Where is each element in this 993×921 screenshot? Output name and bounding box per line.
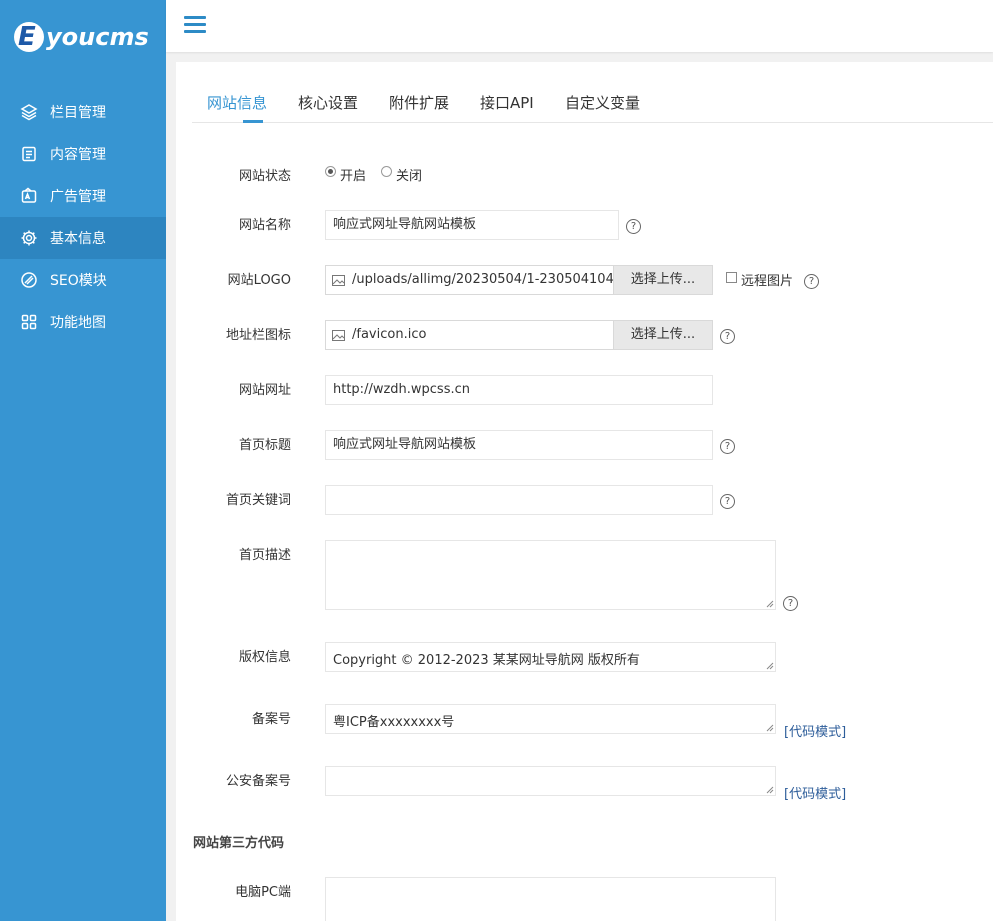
site-name-help-icon[interactable]: ? <box>626 219 641 234</box>
home-description-textarea[interactable] <box>325 540 776 610</box>
sidebar-item-seo[interactable]: SEO模块 <box>0 259 166 301</box>
home-description-help-icon[interactable]: ? <box>783 596 798 611</box>
remote-image-checkbox[interactable] <box>726 272 737 283</box>
remote-image-label: 远程图片 <box>741 274 794 289</box>
sidebar-item-ads[interactable]: 广告管理 <box>0 175 166 217</box>
icp-label: 备案号 <box>251 712 291 727</box>
copyright-textarea[interactable]: Copyright © 2012-2023 某某网址导航网 版权所有 <box>325 642 776 672</box>
sidebar-item-column[interactable]: 栏目管理 <box>0 91 166 133</box>
sidebar-item-label: SEO模块 <box>50 273 107 289</box>
active-tab-indicator <box>243 120 263 123</box>
police-record-textarea[interactable] <box>325 766 776 796</box>
sidebar-item-content[interactable]: 内容管理 <box>0 133 166 175</box>
police-code-mode-link[interactable]: [代码模式] <box>784 783 846 802</box>
home-title-input[interactable]: 响应式网址导航网站模板 <box>325 430 713 460</box>
tab-site-info[interactable]: 网站信息 <box>207 92 267 113</box>
logo-text: youcms <box>46 23 149 51</box>
ad-icon <box>20 187 38 205</box>
favicon-label: 地址栏图标 <box>225 328 291 343</box>
resize-handle-icon[interactable] <box>766 600 774 608</box>
main-panel: 网站信息 核心设置 附件扩展 接口API 自定义变量 网站状态 开启 关闭 网站… <box>176 62 993 921</box>
image-icon <box>332 330 345 341</box>
tab-attachments[interactable]: 附件扩展 <box>389 92 449 113</box>
document-icon <box>20 145 38 163</box>
resize-handle-icon[interactable] <box>766 662 774 670</box>
sidebar-nav: 栏目管理 内容管理 广告管理 基本信息 SEO模块 功能地图 <box>0 91 166 343</box>
sidebar: E youcms 栏目管理 内容管理 广告管理 基本信息 SEO模块 功能地图 <box>0 0 166 921</box>
hamburger-menu-icon[interactable] <box>184 16 206 34</box>
status-on-label: 开启 <box>340 169 367 184</box>
pc-code-label: 电脑PC端 <box>235 885 291 900</box>
icp-code-mode-link[interactable]: [代码模式] <box>784 721 846 740</box>
site-logo-label: 网站LOGO <box>227 273 291 288</box>
third-party-code-heading: 网站第三方代码 <box>193 836 285 851</box>
sidebar-item-label: 内容管理 <box>50 147 106 163</box>
topbar <box>166 0 993 52</box>
status-off-radio[interactable] <box>381 166 392 177</box>
home-keywords-input[interactable] <box>325 485 713 515</box>
gear-icon <box>20 229 38 247</box>
tab-api[interactable]: 接口API <box>480 92 534 113</box>
seo-icon <box>20 271 38 289</box>
favicon-help-icon[interactable]: ? <box>720 329 735 344</box>
tab-core-settings[interactable]: 核心设置 <box>298 92 358 113</box>
tab-bar: 网站信息 核心设置 附件扩展 接口API 自定义变量 <box>192 62 993 123</box>
icp-textarea[interactable]: 粤ICP备xxxxxxxx号 <box>325 704 776 734</box>
site-status-label: 网站状态 <box>238 169 291 184</box>
site-name-input[interactable]: 响应式网址导航网站模板 <box>325 210 619 240</box>
site-url-input[interactable]: http://wzdh.wpcss.cn <box>325 375 713 405</box>
logo-upload-button[interactable]: 选择上传... <box>613 266 712 294</box>
resize-handle-icon[interactable] <box>766 724 774 732</box>
site-url-label: 网站网址 <box>238 383 291 398</box>
site-logo-help-icon[interactable]: ? <box>804 274 819 289</box>
site-name-label: 网站名称 <box>238 218 291 233</box>
status-off-label: 关闭 <box>396 169 423 184</box>
home-keywords-help-icon[interactable]: ? <box>720 494 735 509</box>
sidebar-item-feature-map[interactable]: 功能地图 <box>0 301 166 343</box>
grid-icon <box>20 313 38 331</box>
copyright-value: Copyright © 2012-2023 某某网址导航网 版权所有 <box>333 653 640 668</box>
logo-badge-icon: E <box>14 22 44 52</box>
sidebar-item-label: 功能地图 <box>50 315 106 331</box>
site-logo-path[interactable]: /uploads/allimg/20230504/1-2305041042 <box>352 266 614 294</box>
sidebar-item-label: 栏目管理 <box>50 105 106 121</box>
favicon-field: /favicon.ico 选择上传... <box>325 320 713 350</box>
home-keywords-label: 首页关键词 <box>225 493 291 508</box>
site-logo-field: /uploads/allimg/20230504/1-2305041042 选择… <box>325 265 713 295</box>
sidebar-item-basic-info[interactable]: 基本信息 <box>0 217 166 259</box>
sidebar-item-label: 广告管理 <box>50 189 106 205</box>
sidebar-item-label: 基本信息 <box>50 231 106 247</box>
logo[interactable]: E youcms <box>14 22 149 52</box>
layers-icon <box>20 103 38 121</box>
resize-handle-icon[interactable] <box>766 786 774 794</box>
police-record-label: 公安备案号 <box>225 774 291 789</box>
home-title-help-icon[interactable]: ? <box>720 439 735 454</box>
icp-value: 粤ICP备xxxxxxxx号 <box>333 715 455 730</box>
home-title-label: 首页标题 <box>238 438 291 453</box>
favicon-path[interactable]: /favicon.ico <box>352 321 614 349</box>
tab-custom-variables[interactable]: 自定义变量 <box>565 92 640 113</box>
favicon-upload-button[interactable]: 选择上传... <box>613 321 712 349</box>
copyright-label: 版权信息 <box>238 650 291 665</box>
home-description-label: 首页描述 <box>238 548 291 563</box>
image-icon <box>332 275 345 286</box>
status-on-radio[interactable] <box>325 166 336 177</box>
pc-code-textarea[interactable] <box>325 877 776 921</box>
